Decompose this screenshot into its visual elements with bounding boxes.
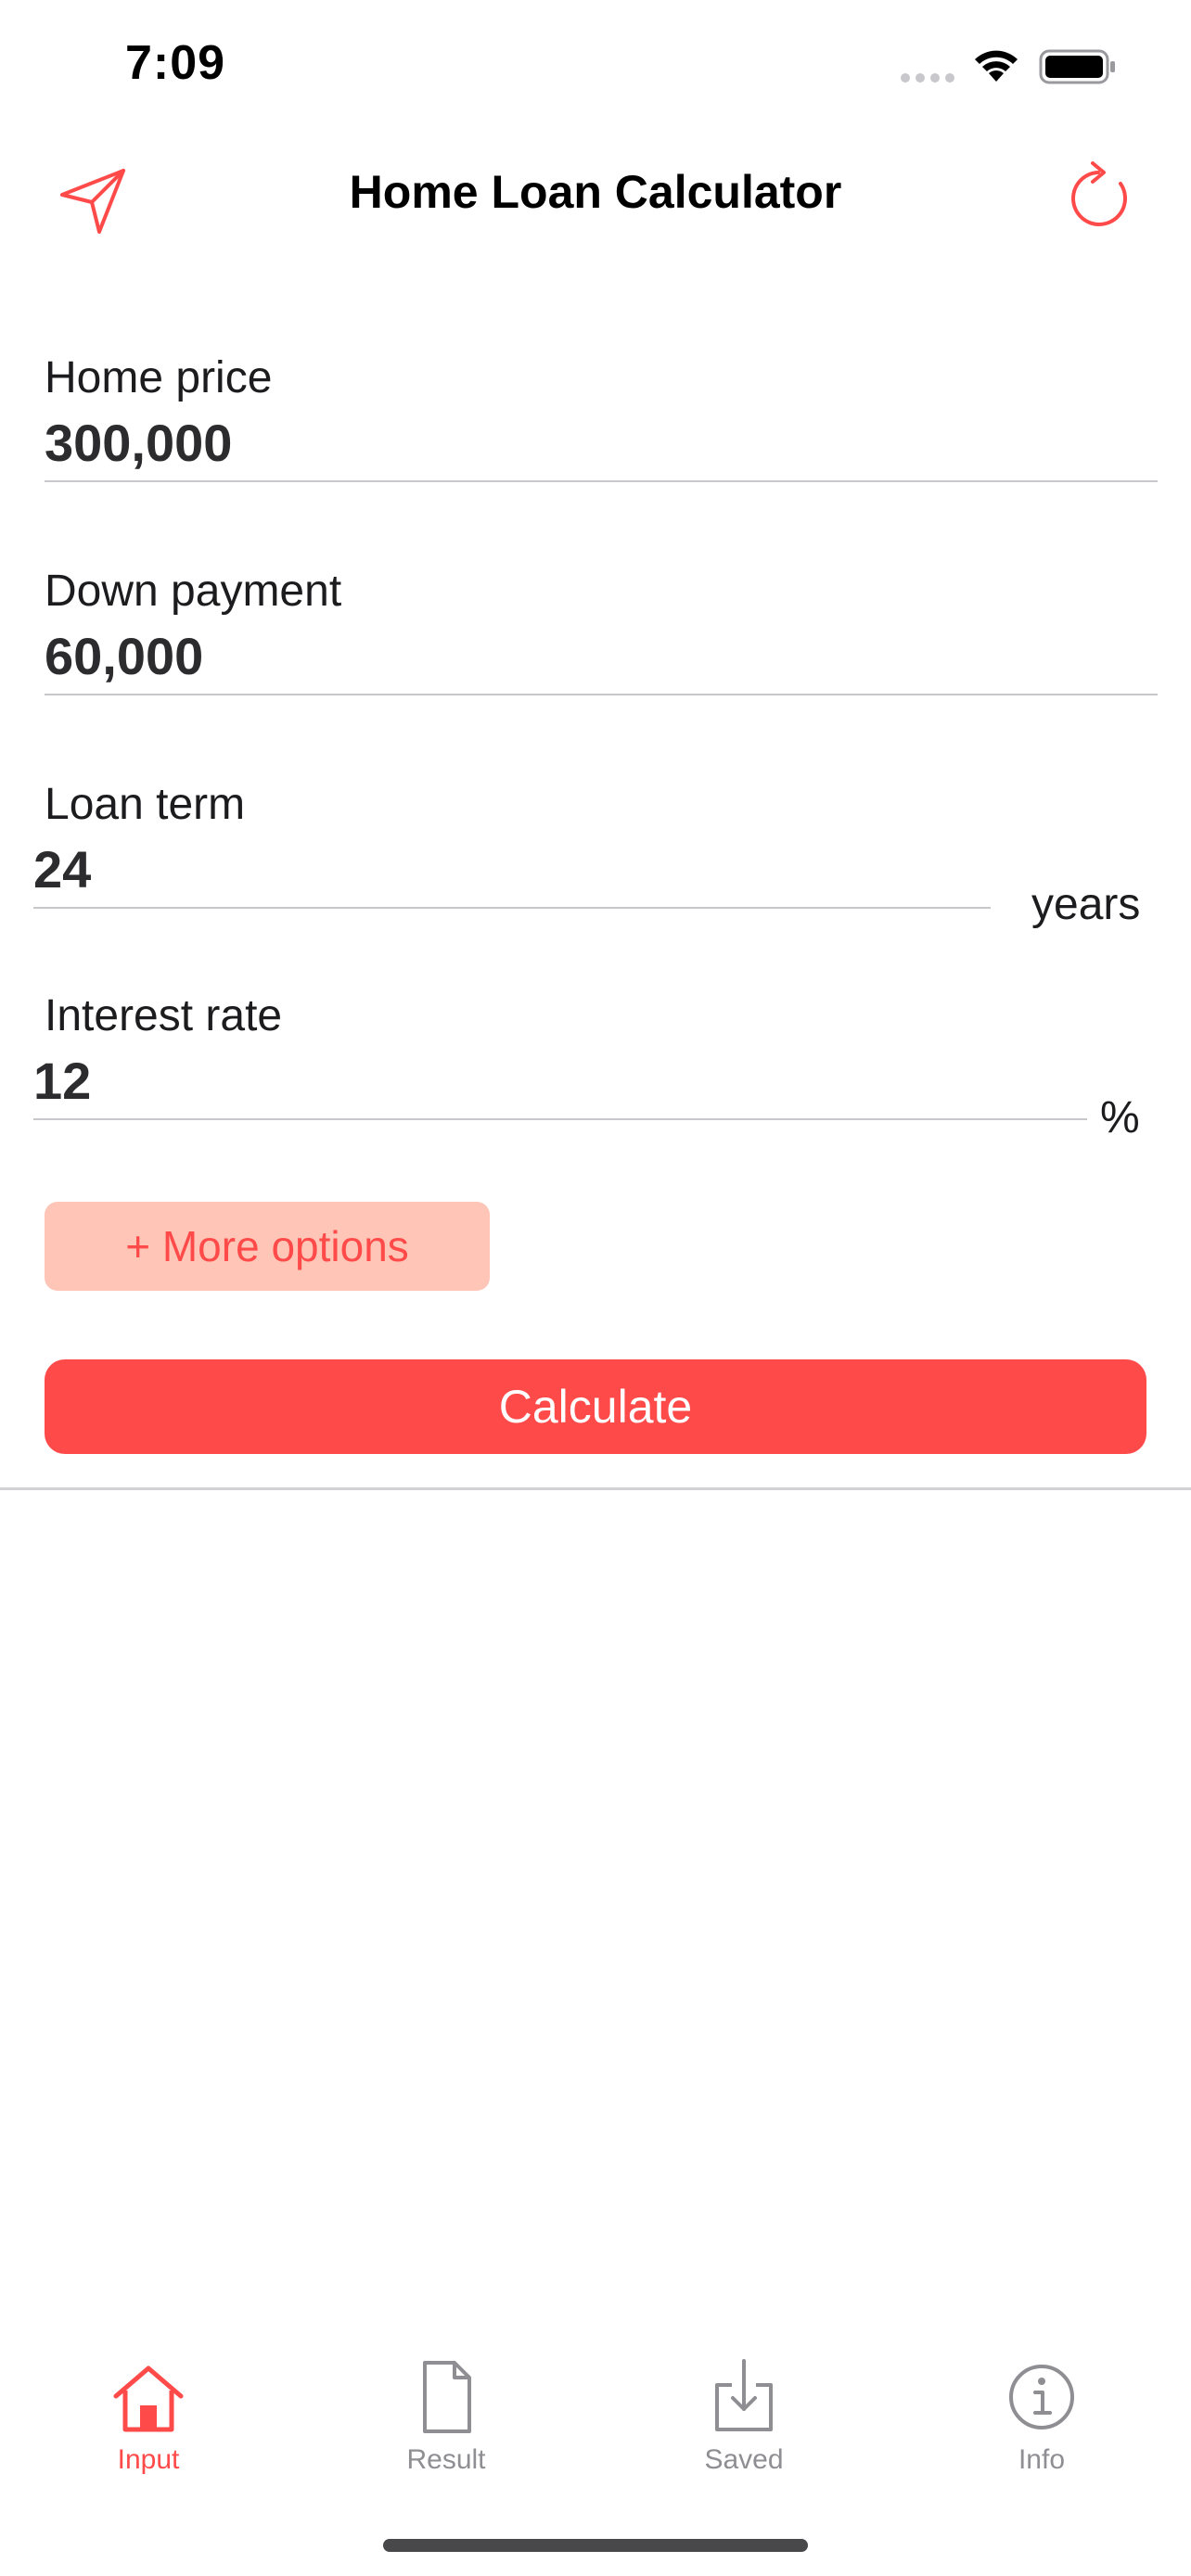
calculate-button[interactable]: Calculate <box>45 1359 1146 1454</box>
tab-result[interactable]: Result <box>353 2346 539 2485</box>
down-payment-underline <box>45 694 1158 695</box>
info-icon <box>1009 2365 1074 2429</box>
tab-saved[interactable]: Saved <box>651 2346 837 2485</box>
divider <box>0 1487 1191 1490</box>
home-price-field: Home price <box>45 351 1158 482</box>
status-bar: 7:09 <box>0 0 1191 139</box>
home-icon <box>113 2366 184 2432</box>
tab-result-label: Result <box>406 2444 486 2475</box>
tab-info[interactable]: Info <box>949 2346 1134 2485</box>
tab-input[interactable]: Input <box>56 2346 241 2485</box>
tab-saved-label: Saved <box>704 2444 784 2475</box>
battery-icon <box>1039 49 1115 84</box>
download-icon <box>715 2359 773 2431</box>
home-indicator <box>383 2539 808 2552</box>
down-payment-label: Down payment <box>45 567 342 616</box>
document-icon <box>423 2361 471 2433</box>
interest-rate-unit: % <box>1100 1093 1140 1142</box>
loan-term-input[interactable] <box>33 833 991 907</box>
tab-info-label: Info <box>1018 2444 1066 2475</box>
cellular-signal-icon <box>901 73 954 83</box>
home-price-label: Home price <box>45 353 273 402</box>
loan-term-field: Loan term <box>33 777 991 909</box>
interest-rate-field: Interest rate <box>33 988 1087 1120</box>
down-payment-input[interactable] <box>45 619 1158 694</box>
interest-rate-input[interactable] <box>33 1044 1087 1118</box>
page-title: Home Loan Calculator <box>349 166 842 218</box>
more-options-button[interactable]: + More options <box>45 1202 490 1291</box>
refresh-icon[interactable] <box>1059 156 1143 239</box>
navigation-bar: Home Loan Calculator <box>0 139 1191 250</box>
status-time: 7:09 <box>125 36 226 90</box>
down-payment-field: Down payment <box>45 564 1158 695</box>
tab-input-label: Input <box>117 2444 180 2475</box>
tab-bar: Input Result Saved Info <box>0 2346 1191 2494</box>
home-price-input[interactable] <box>45 406 1158 480</box>
loan-term-unit: years <box>1031 880 1141 929</box>
loan-term-underline <box>33 907 991 909</box>
interest-rate-underline <box>33 1118 1087 1120</box>
home-price-underline <box>45 480 1158 482</box>
loan-term-label: Loan term <box>45 780 246 829</box>
wifi-icon <box>975 50 1018 82</box>
interest-rate-label: Interest rate <box>45 991 283 1040</box>
